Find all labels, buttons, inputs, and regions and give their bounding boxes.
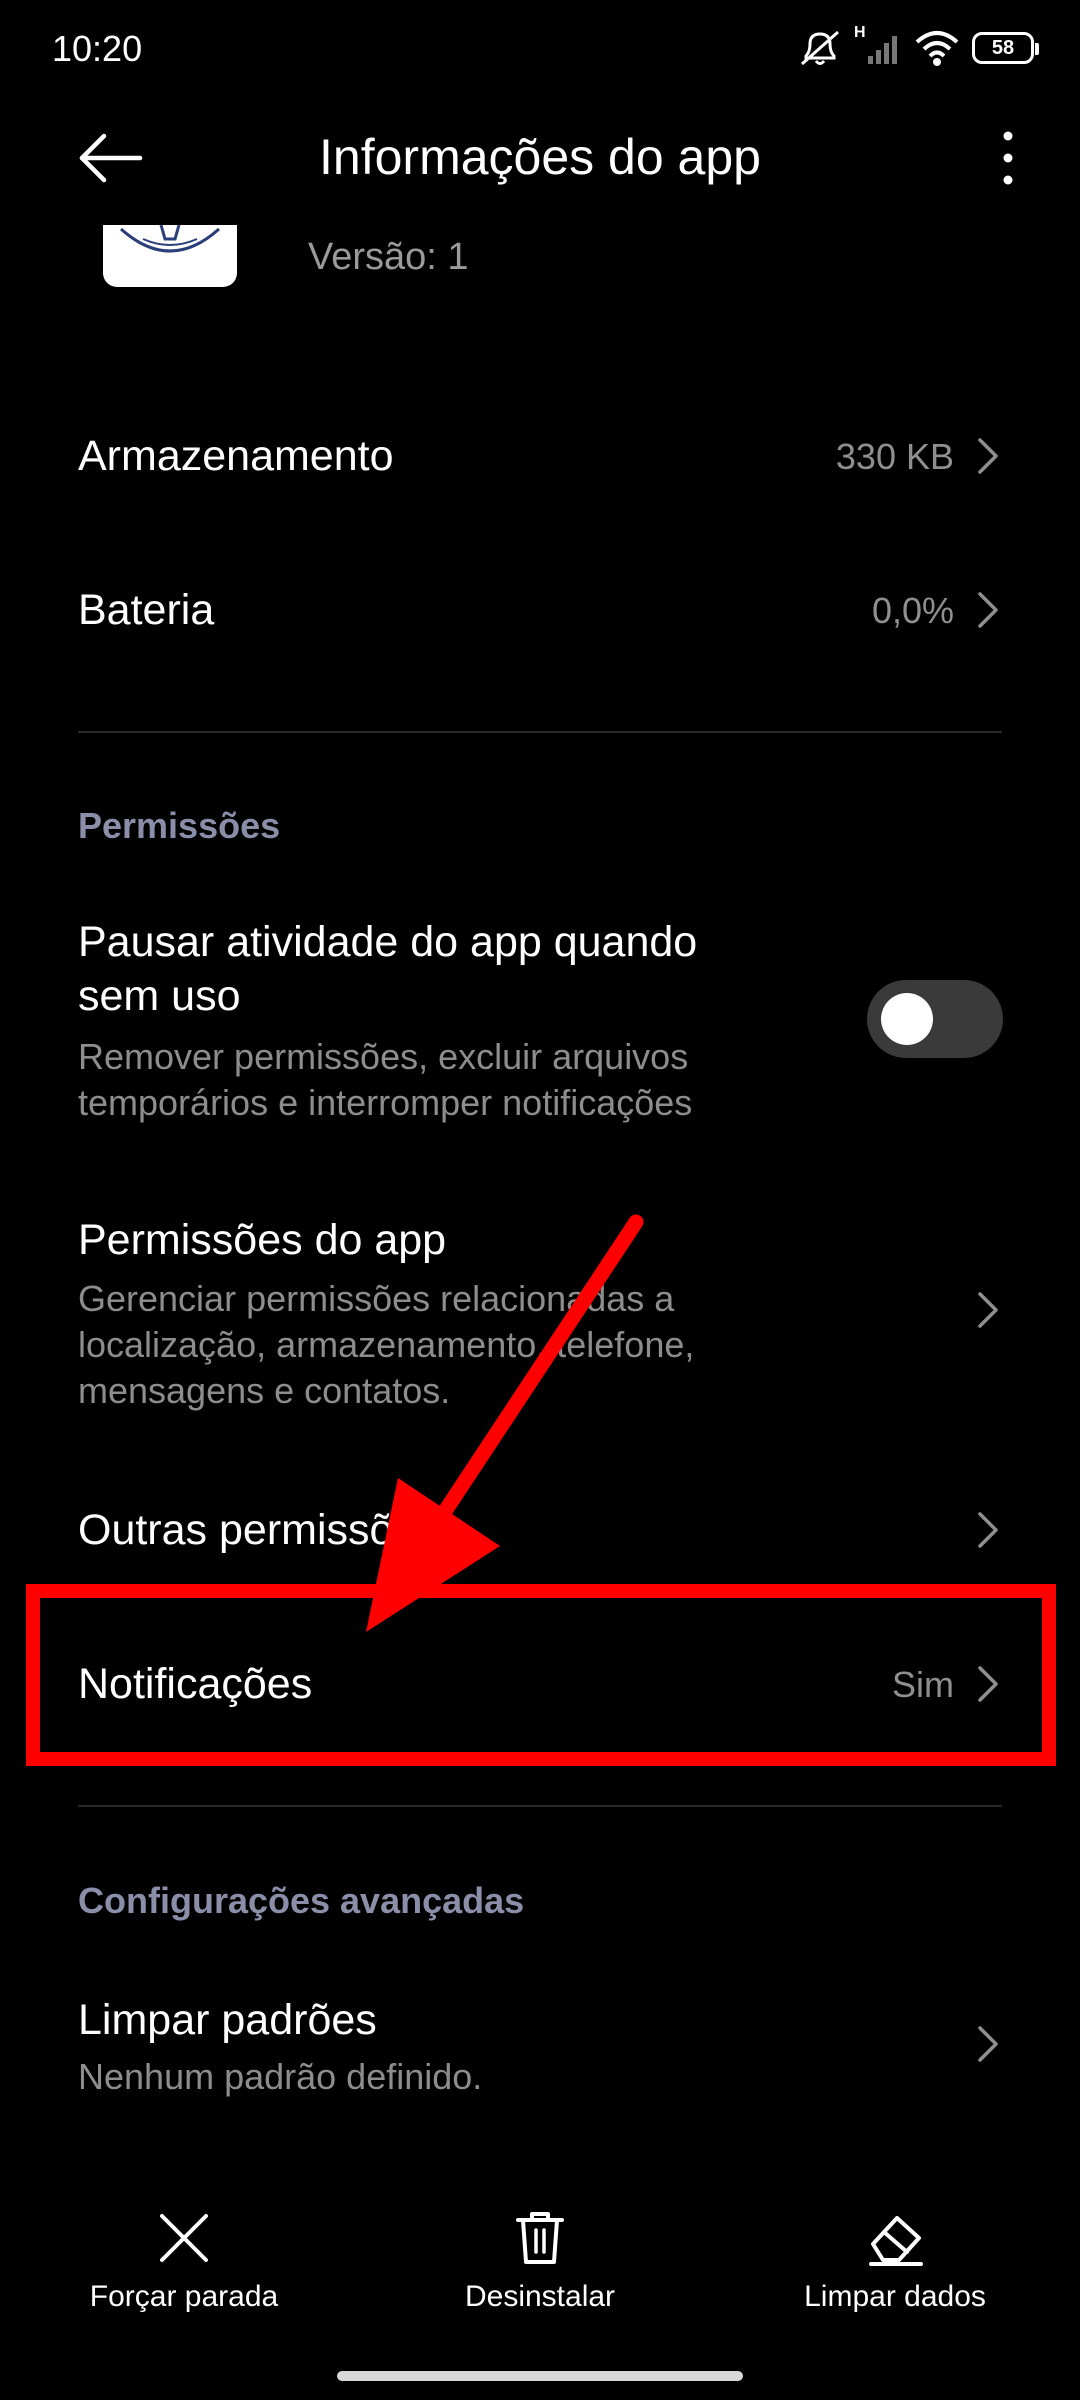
- wifi-icon: [915, 31, 959, 66]
- section-header-advanced: Configurações avançadas: [78, 1880, 525, 1921]
- section-header-permissions: Permissões: [78, 805, 281, 846]
- app-permissions-sub-line2: localização, armazenamento, telefone,: [78, 1324, 695, 1365]
- uninstall-button[interactable]: Desinstalar: [390, 2210, 690, 2314]
- clear-defaults-title: Limpar padrões: [78, 1996, 377, 2044]
- app-permissions-title: Permissões do app: [78, 1216, 447, 1264]
- pause-activity-sub-line1: Remover permissões, excluir arquivos: [78, 1036, 689, 1077]
- app-icon: [103, 225, 237, 287]
- app-permissions-sub-line1: Gerenciar permissões relacionadas a: [78, 1278, 675, 1319]
- storage-value: 330 KB: [835, 436, 954, 477]
- trash-icon: [516, 2212, 564, 2264]
- chevron-right-icon: [978, 1512, 998, 1548]
- pause-activity-title-line2: sem uso: [78, 972, 241, 1020]
- page-title: Informações do app: [319, 129, 761, 185]
- status-icons: H 58: [798, 24, 1039, 68]
- mute-icon: [801, 30, 839, 66]
- force-stop-button[interactable]: Forçar parada: [34, 2210, 334, 2314]
- highlight-box: [26, 1584, 1056, 1766]
- close-icon: [160, 2214, 208, 2262]
- status-time: 10:20: [52, 28, 143, 69]
- toggle-knob: [881, 993, 933, 1045]
- battery-title: Bateria: [78, 586, 215, 634]
- clear-data-button[interactable]: Limpar dados: [745, 2210, 1045, 2314]
- chevron-right-icon: [978, 1292, 998, 1328]
- home-indicator[interactable]: [337, 2371, 743, 2381]
- pause-activity-title-line1: Pausar atividade do app quando: [78, 918, 698, 966]
- chevron-right-icon: [978, 592, 998, 628]
- clear-data-label: Limpar dados: [804, 2280, 986, 2313]
- divider: [78, 731, 1002, 733]
- battery-value: 0,0%: [871, 590, 954, 631]
- app-permissions-sub-line3: mensagens e contatos.: [78, 1370, 451, 1411]
- app-version: Versão: 1: [308, 236, 469, 278]
- storage-title: Armazenamento: [78, 432, 394, 480]
- other-permissions-title: Outras permissões: [78, 1506, 439, 1554]
- divider: [78, 1805, 1002, 1807]
- signal-icon: H: [854, 24, 902, 68]
- battery-icon: 58: [972, 32, 1039, 64]
- uninstall-label: Desinstalar: [464, 2280, 616, 2313]
- pause-activity-sub-line2: temporários e interromper notificações: [78, 1082, 693, 1123]
- force-stop-label: Forçar parada: [89, 2280, 279, 2313]
- more-vert-icon[interactable]: [988, 128, 1028, 188]
- chevron-right-icon: [978, 438, 998, 474]
- eraser-icon: [869, 2216, 923, 2266]
- clear-defaults-sub: Nenhum padrão definido.: [78, 2056, 483, 2097]
- pause-activity-toggle[interactable]: [867, 980, 1003, 1058]
- chevron-right-icon: [978, 2026, 998, 2062]
